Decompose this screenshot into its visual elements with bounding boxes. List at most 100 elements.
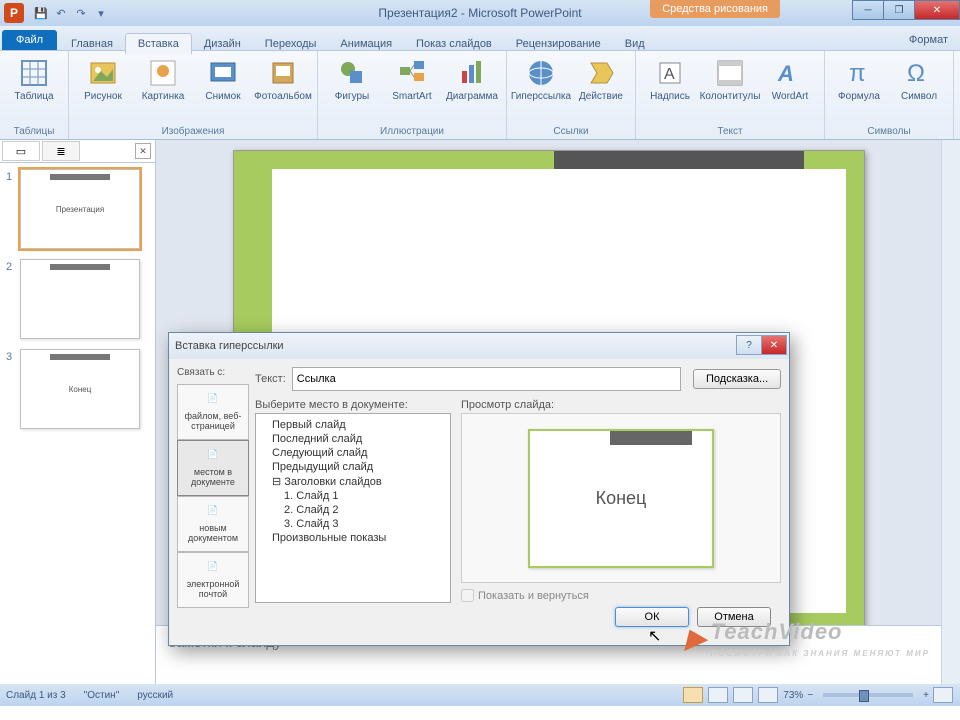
thumbnail-list: 1Презентация23Конец — [0, 163, 155, 684]
ribbon-shapes-button[interactable]: Фигуры — [324, 57, 380, 102]
ribbon-item-label: Формула — [838, 91, 880, 102]
ribbon-screenshot-button[interactable]: Снимок — [195, 57, 251, 102]
shapes-icon — [336, 57, 368, 89]
slides-tab-outline-icon[interactable]: ≣ — [42, 141, 80, 161]
zoom-in-icon[interactable]: + — [923, 690, 929, 701]
dialog-help-icon[interactable]: ? — [736, 335, 762, 355]
show-and-return-checkbox — [461, 589, 474, 602]
tree-item[interactable]: Произвольные показы — [260, 531, 446, 545]
thumbnail-number: 3 — [6, 349, 20, 429]
tree-item[interactable]: Первый слайд — [260, 418, 446, 432]
window-title: Презентация2 - Microsoft PowerPoint — [378, 6, 581, 20]
zoom-value: 73% — [783, 690, 803, 701]
view-normal-icon[interactable] — [683, 687, 703, 703]
ribbon-item-label: Фигуры — [335, 91, 369, 102]
view-reading-icon[interactable] — [733, 687, 753, 703]
ribbon-item-label: Картинка — [142, 91, 185, 102]
slides-tab-thumbnails-icon[interactable]: ▭ — [2, 141, 40, 161]
file-tab[interactable]: Файл — [2, 30, 57, 50]
screentip-button[interactable]: Подсказка... — [693, 369, 781, 389]
app-icon: P — [4, 3, 24, 23]
linkto-new-doc-button[interactable]: 📄новымдокументом — [177, 496, 249, 552]
save-icon[interactable]: 💾 — [32, 4, 50, 22]
ribbon-chart-button[interactable]: Диаграмма — [444, 57, 500, 102]
ribbon-table-button[interactable]: Таблица — [6, 57, 62, 102]
ribbon-group-Символы: πФормулаΩСимволСимволы — [825, 51, 954, 139]
link-with-label: Связать с: — [177, 367, 249, 382]
table-icon — [18, 57, 50, 89]
slide-preview-box: Конец — [461, 413, 781, 583]
ribbon-clipart-button[interactable]: Картинка — [135, 57, 191, 102]
dialog-titlebar: Вставка гиперссылки ? ✕ — [169, 333, 789, 359]
email-icon: 📄 — [205, 561, 221, 577]
tab-format[interactable]: Формат — [897, 30, 960, 50]
zoom-slider[interactable] — [823, 693, 913, 697]
display-text-input[interactable] — [292, 367, 681, 391]
body-area: ▭ ≣ ✕ 1Презентация23Конец Заметки к слай… — [0, 140, 960, 684]
view-sorter-icon[interactable] — [708, 687, 728, 703]
dialog-side-panel: Связать с: 📄файлом, веб-страницей📄местом… — [177, 367, 249, 637]
minimize-button[interactable]: ─ — [852, 0, 884, 20]
zoom-out-icon[interactable]: − — [807, 690, 813, 701]
ribbon-item-label: WordArt — [772, 91, 809, 102]
ribbon-textbox-button[interactable]: AНадпись — [642, 57, 698, 102]
ribbon-headerfooter-button[interactable]: Колонтитулы — [702, 57, 758, 102]
tree-item[interactable]: 2. Слайд 2 — [260, 503, 446, 517]
redo-icon[interactable]: ↷ — [72, 4, 90, 22]
linkto-email-button[interactable]: 📄электроннойпочтой — [177, 552, 249, 608]
undo-icon[interactable]: ↶ — [52, 4, 70, 22]
ribbon-equation-button[interactable]: π Формула — [831, 57, 887, 102]
fit-to-window-icon[interactable] — [933, 687, 953, 703]
ribbon-smartart-button[interactable]: SmartArt — [384, 57, 440, 102]
ribbon-action-button[interactable]: Действие — [573, 57, 629, 102]
tree-item[interactable]: 3. Слайд 3 — [260, 517, 446, 531]
equation-icon: π — [843, 57, 875, 89]
tree-item[interactable]: Предыдущий слайд — [260, 460, 446, 474]
ribbon-item-label: Рисунок — [84, 91, 122, 102]
linkto-label: новымдокументом — [188, 523, 238, 543]
tree-item[interactable]: 1. Слайд 1 — [260, 489, 446, 503]
slides-panel-tabs: ▭ ≣ ✕ — [0, 140, 155, 163]
slides-panel-close-icon[interactable]: ✕ — [135, 143, 151, 159]
ribbon-group-Мультимедиа: ВидеоЗвукМультимедиа — [954, 51, 960, 139]
ribbon-group-Текст: AНадписьКолонтитулыAWordArt Текст — [636, 51, 825, 139]
svg-text:π: π — [849, 60, 866, 87]
ribbon-group-label: Таблицы — [14, 124, 55, 139]
ribbon-item-label: SmartArt — [392, 91, 431, 102]
view-zoom-controls: 73% − + — [683, 687, 954, 703]
ribbon-photoalbum-button[interactable]: Фотоальбом — [255, 57, 311, 102]
ribbon-hyperlink-button[interactable]: Гиперссылка — [513, 57, 569, 102]
zoom-thumb[interactable] — [859, 690, 869, 702]
ribbon-symbol-button[interactable]: ΩСимвол — [891, 57, 947, 102]
status-language: русский — [137, 690, 173, 701]
watermark: ▶ TeachVideo ПОСМОТРИ КАК ЗНАНИЯ МЕНЯЮТ … — [686, 619, 930, 658]
qat-dropdown-icon[interactable]: ▾ — [92, 4, 110, 22]
ribbon-group-Изображения: РисунокКартинкаСнимокФотоальбомИзображен… — [69, 51, 318, 139]
insert-hyperlink-dialog: Вставка гиперссылки ? ✕ Связать с: 📄файл… — [168, 332, 790, 646]
close-button[interactable]: ✕ — [914, 0, 960, 20]
slide-preview: Конец — [528, 429, 714, 568]
document-place-tree[interactable]: Первый слайдПоследний слайдСледующий сла… — [255, 413, 451, 603]
tree-group[interactable]: ⊟ Заголовки слайдов — [260, 474, 446, 489]
ribbon-item-label: Действие — [579, 91, 623, 102]
linkto-place-in-doc-button[interactable]: 📄местом вдокументе — [177, 440, 249, 496]
ribbon-wordart-button[interactable]: AWordArt — [762, 57, 818, 102]
linkto-file-web-button[interactable]: 📄файлом, веб-страницей — [177, 384, 249, 440]
tree-item[interactable]: Последний слайд — [260, 432, 446, 446]
hyperlink-icon — [525, 57, 557, 89]
ribbon-picture-button[interactable]: Рисунок — [75, 57, 131, 102]
dialog-close-icon[interactable]: ✕ — [761, 335, 787, 355]
tree-item[interactable]: Следующий слайд — [260, 446, 446, 460]
slide-thumbnail[interactable]: Презентация — [20, 169, 140, 249]
vertical-scrollbar[interactable] — [941, 140, 960, 684]
status-bar: Слайд 1 из 3 "Остин" русский 73% − + — [0, 684, 960, 706]
ribbon: Таблица Таблицы Рисунок Картинка СнимокФотоа… — [0, 51, 960, 140]
ribbon-group-label: Текст — [717, 124, 742, 139]
ok-button[interactable]: ОК — [615, 607, 689, 627]
restore-button[interactable]: ❐ — [883, 0, 915, 20]
place-in-doc-icon: 📄 — [205, 449, 221, 465]
view-slideshow-icon[interactable] — [758, 687, 778, 703]
smartart-icon — [396, 57, 428, 89]
slide-thumbnail[interactable]: Конец — [20, 349, 140, 429]
slide-thumbnail[interactable] — [20, 259, 140, 339]
